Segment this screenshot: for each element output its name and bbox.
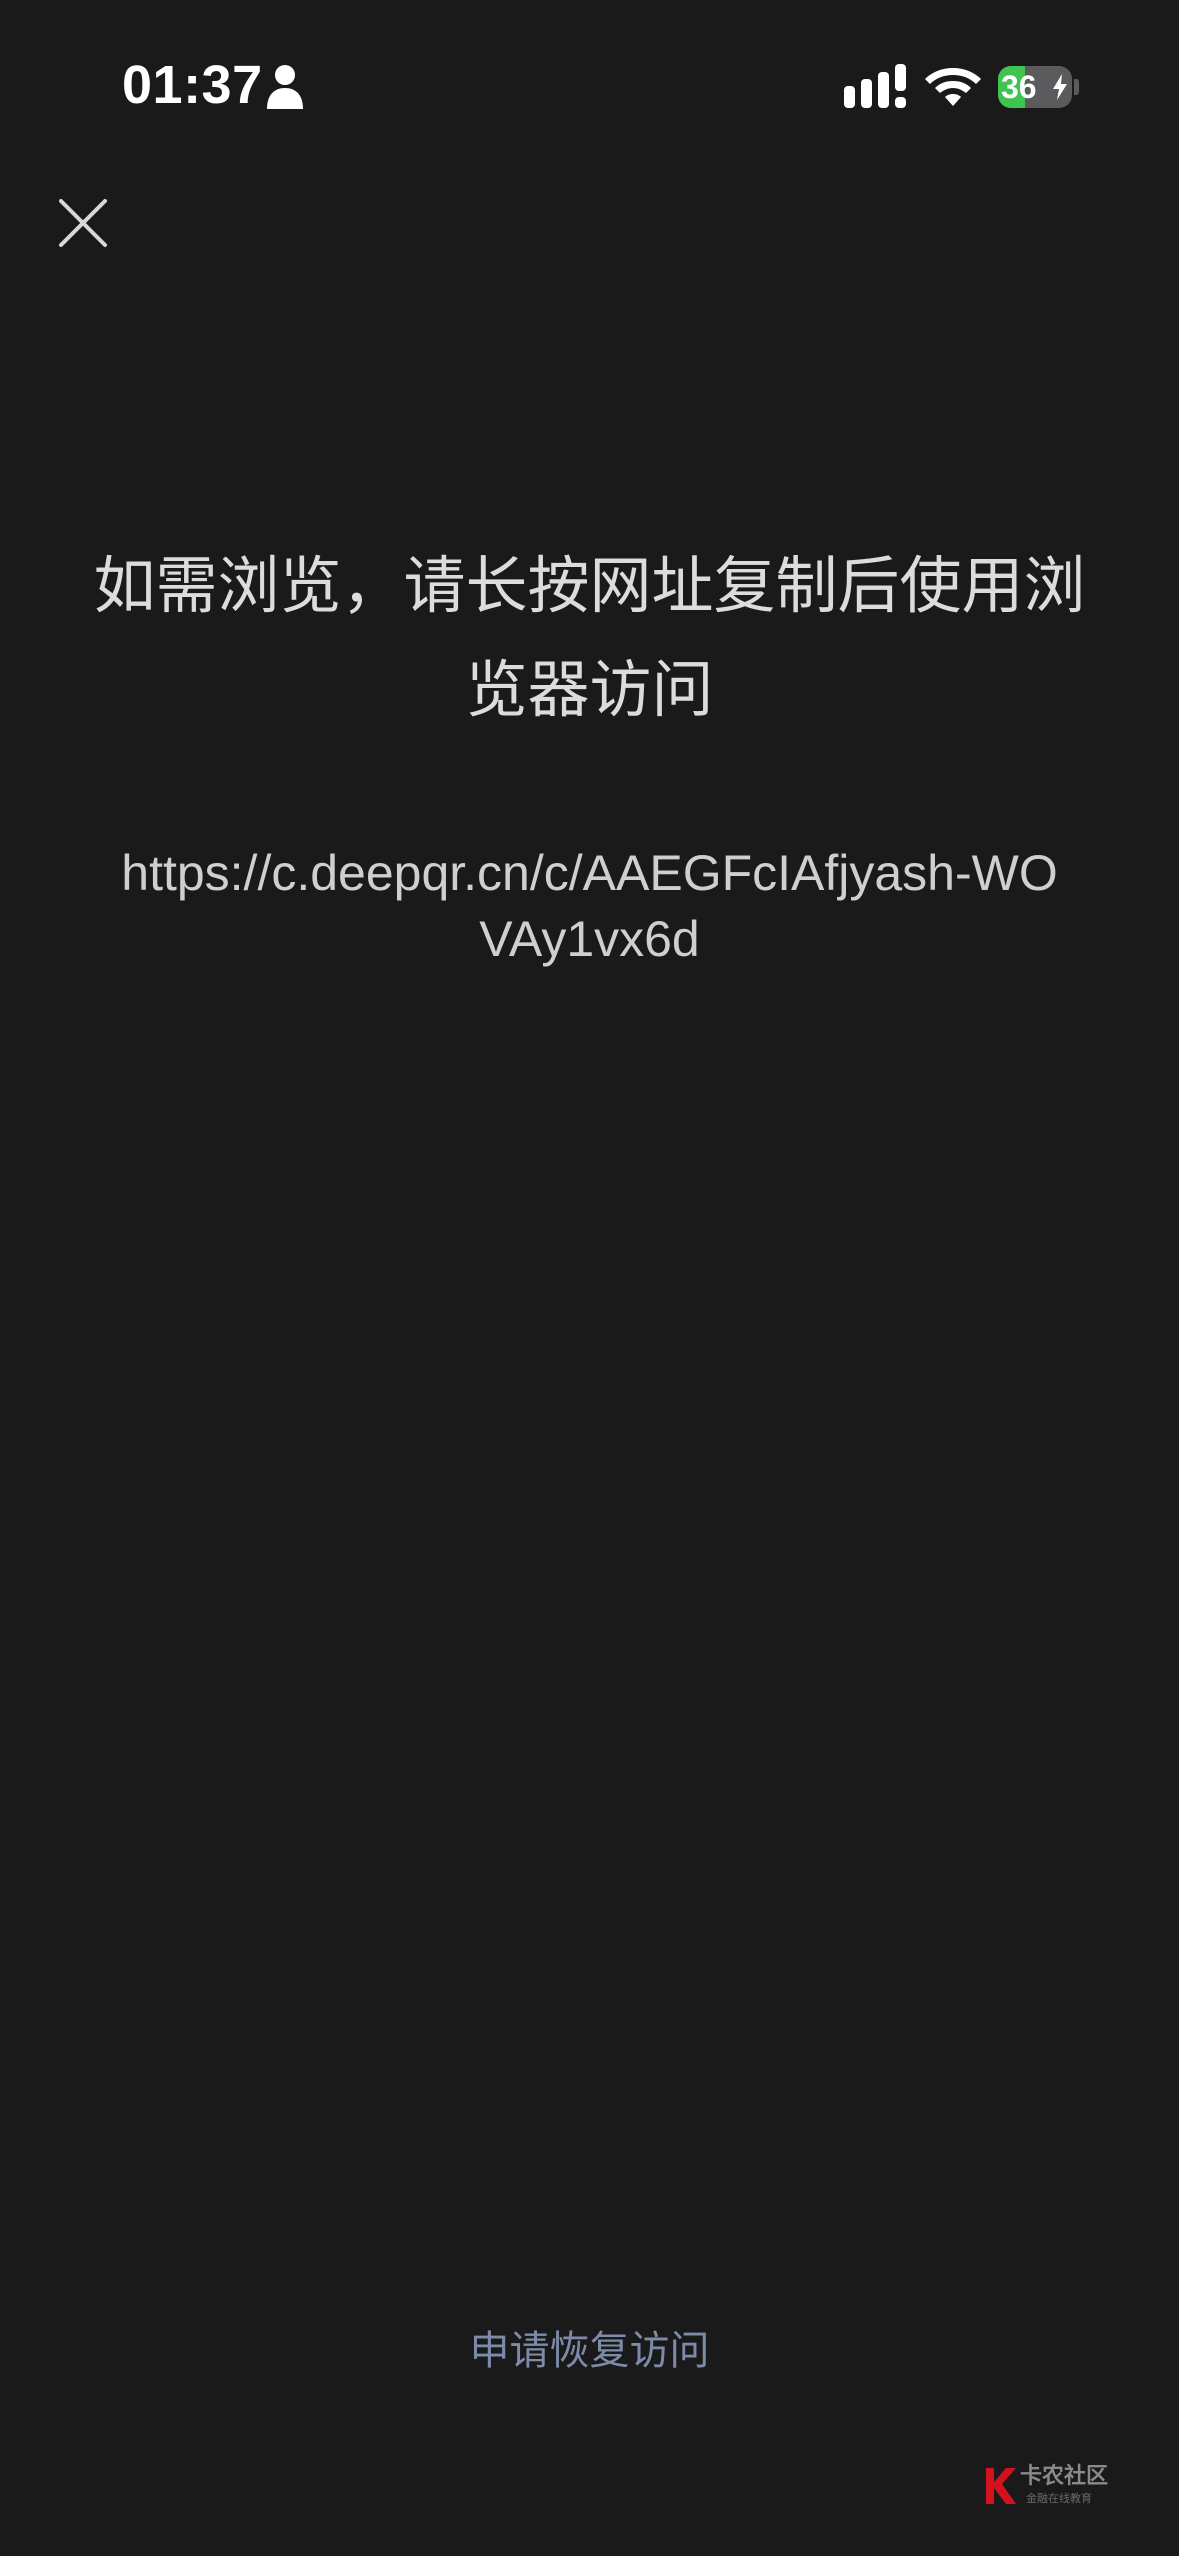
watermark-title: 卡农社区: [1020, 2464, 1109, 2489]
watermark: 卡农社区 金融在线教育: [982, 2462, 1132, 2514]
page: 01:37 36 如需浏览，请长按网址复制后使用浏览器访问 https://c.…: [0, 0, 1179, 2556]
battery-cap: [1074, 79, 1079, 95]
wifi-icon: [925, 68, 981, 106]
battery-level: 36: [1001, 69, 1037, 105]
person-icon: [267, 65, 303, 109]
restore-access-link[interactable]: 申请恢复访问: [0, 2318, 1179, 2384]
signal-icon: [844, 64, 906, 108]
battery-body: 36: [998, 66, 1072, 108]
page-title: 如需浏览，请长按网址复制后使用浏览器访问: [93, 549, 1086, 726]
url-text[interactable]: https://c.deepqr.cn/c/AAEGFcIAfjyash-WOV…: [110, 840, 1069, 972]
battery-icon: 36: [998, 66, 1080, 108]
kanong-logo-icon: [986, 2468, 1016, 2504]
close-button[interactable]: [40, 180, 126, 266]
close-icon: [59, 199, 107, 247]
status-time: 01:37: [122, 55, 263, 115]
status-bar: 01:37 36: [0, 0, 1179, 170]
bolt-icon: [1053, 74, 1067, 100]
watermark-subtitle: 金融在线教育: [1026, 2492, 1092, 2505]
